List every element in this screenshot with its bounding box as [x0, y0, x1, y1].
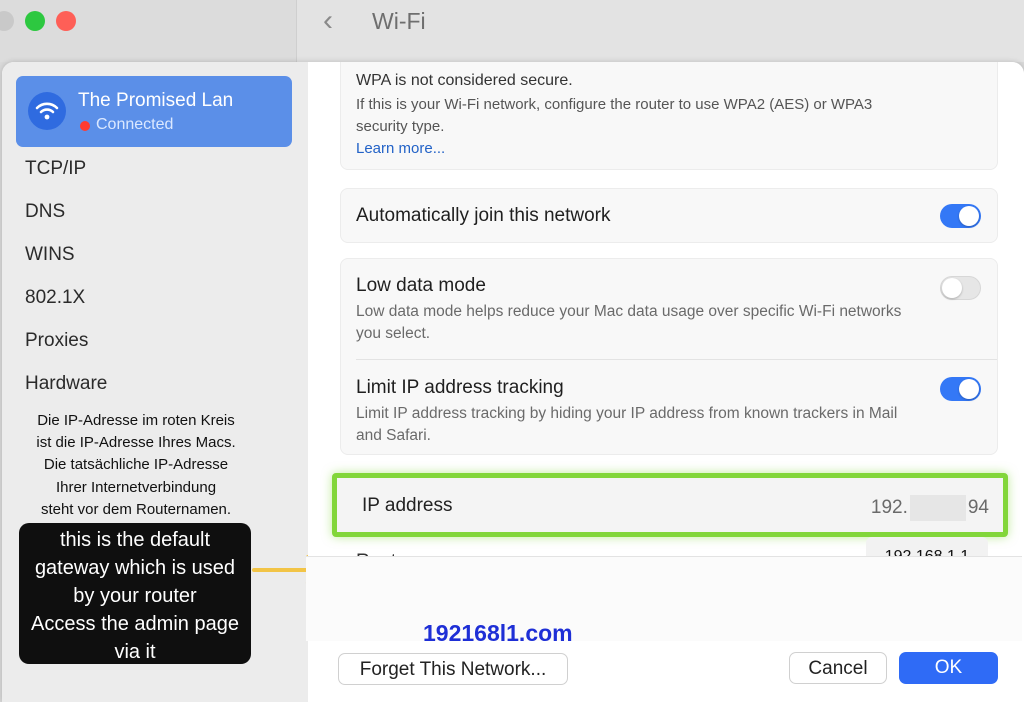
annotation-note: Die IP-Adresse im roten Kreis ist die IP…	[20, 410, 252, 521]
annotation-note-line: Ihrer Internetverbindung	[55, 478, 217, 496]
low-data-toggle[interactable]	[940, 276, 981, 300]
zoom-button[interactable]	[25, 11, 45, 31]
watermark: 192168l1.com	[423, 620, 573, 646]
ip-suffix: 94	[967, 497, 989, 519]
annotation-note-line: Die IP-Adresse im roten Kreis	[37, 412, 235, 429]
ip-address-value: 192. 94	[871, 495, 989, 521]
callout-line: this is the default	[59, 529, 211, 551]
chevron-left-icon[interactable]: ‹	[323, 6, 333, 36]
sidebar-item-tcpip[interactable]: TCP/IP	[25, 158, 86, 180]
network-status: Connected	[96, 116, 174, 133]
ip-address-row: IP address 192. 94	[332, 473, 1008, 537]
warning-line: If this is your Wi-Fi network, configure…	[356, 96, 873, 113]
privacy-group: Low data mode Low data mode helps reduce…	[340, 258, 998, 455]
auto-join-label: Automatically join this network	[356, 205, 611, 226]
sidebar-item-dns[interactable]: DNS	[25, 201, 65, 223]
toggle-knob	[959, 379, 979, 399]
callout-line: by your router	[73, 585, 197, 607]
title-bar-sidebar-area	[0, 0, 297, 62]
low-data-description: Low data mode helps reduce your Mac data…	[356, 303, 902, 342]
toggle-knob	[959, 206, 979, 226]
learn-more-link[interactable]: Learn more...	[356, 140, 445, 157]
callout-line: Access the admin page	[31, 613, 239, 635]
warning-title: WPA is not considered secure.	[356, 72, 573, 89]
warning-line: security type.	[356, 118, 445, 135]
limit-tracking-label: Limit IP address tracking	[356, 377, 564, 398]
callout-line: gateway which is used	[34, 557, 236, 579]
auto-join-group: Automatically join this network	[340, 188, 998, 243]
annotation-callout: this is the default gateway which is use…	[19, 523, 251, 664]
low-data-label: Low data mode	[356, 275, 486, 296]
security-warning-group: WPA is not considered secure. If this is…	[340, 62, 998, 170]
window-title: Wi-Fi	[372, 8, 426, 34]
divider	[356, 359, 997, 360]
limit-tracking-description: Limit IP address tracking by hiding your…	[356, 405, 898, 444]
status-dot-icon	[80, 121, 90, 131]
sidebar-item-hardware[interactable]: Hardware	[25, 373, 107, 395]
title-bar: ‹ Wi-Fi	[0, 0, 1024, 62]
sidebar-item-proxies[interactable]: Proxies	[25, 330, 88, 352]
ip-prefix: 192.	[870, 497, 908, 519]
ok-button[interactable]: OK	[899, 652, 998, 684]
close-button[interactable]	[56, 11, 76, 31]
wifi-icon	[28, 92, 66, 130]
auto-join-toggle[interactable]	[940, 204, 981, 228]
minimize-button[interactable]	[0, 11, 14, 31]
redacted-block	[909, 495, 966, 521]
toggle-knob	[942, 278, 962, 298]
cancel-button[interactable]: Cancel	[789, 652, 887, 684]
sidebar-item-8021x[interactable]: 802.1X	[25, 287, 85, 309]
sheet-footer	[306, 556, 1022, 641]
ip-address-label: IP address	[362, 495, 453, 516]
forget-network-button[interactable]: Forget This Network...	[338, 653, 568, 685]
annotation-note-line: steht vor dem Routernamen.	[40, 500, 232, 518]
callout-line: via it	[114, 641, 156, 663]
network-name: The Promised Lan	[78, 90, 234, 111]
limit-tracking-toggle[interactable]	[940, 377, 981, 401]
sidebar: The Promised Lan Connected TCP/IP DNS WI…	[2, 62, 324, 702]
sidebar-item-wins[interactable]: WINS	[25, 244, 75, 266]
annotation-note-line: ist die IP-Adresse Ihres Macs.	[36, 434, 236, 452]
sidebar-item-network[interactable]: The Promised Lan Connected	[16, 76, 292, 147]
annotation-note-line: Die tatsächliche IP-Adresse	[43, 456, 229, 474]
